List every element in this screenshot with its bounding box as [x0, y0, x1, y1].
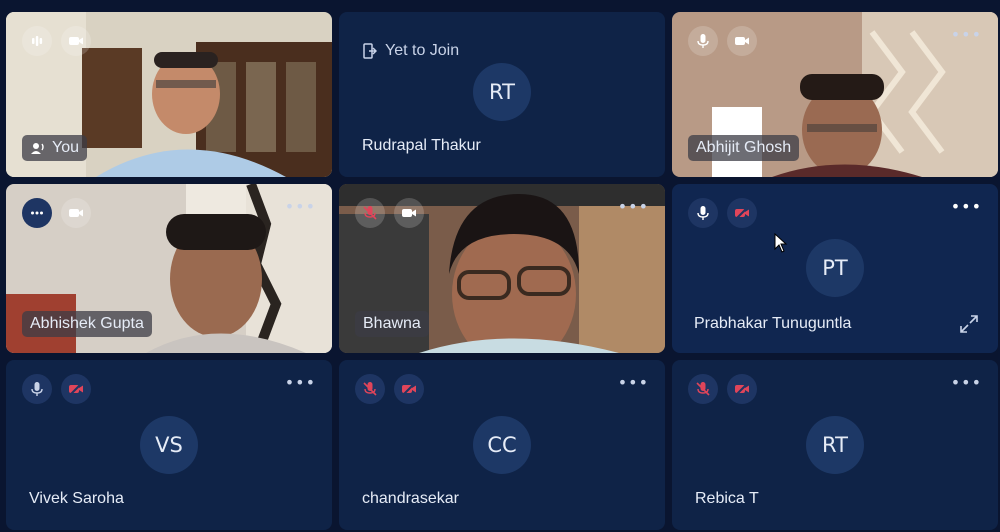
participant-tile-chandrasekar[interactable]: ••• CC chandrasekar	[339, 360, 665, 530]
participant-name: You	[22, 135, 87, 161]
controls	[22, 198, 91, 228]
microphone-muted-icon[interactable]	[688, 374, 718, 404]
more-options-icon[interactable]: •••	[951, 199, 982, 215]
controls	[355, 198, 424, 228]
exit-door-icon	[363, 43, 377, 59]
microphone-muted-icon[interactable]	[355, 198, 385, 228]
participant-tile-vivek-saroha[interactable]: ••• VS Vivek Saroha	[6, 360, 332, 530]
name-label: You	[52, 139, 79, 156]
mouse-cursor-icon	[774, 233, 788, 253]
status-label: Yet to Join	[385, 42, 460, 59]
controls	[688, 374, 757, 404]
more-options-icon[interactable]: •••	[285, 199, 316, 215]
participant-tile-abhishek-gupta[interactable]: ••• Abhishek Gupta	[6, 184, 332, 353]
more-options-icon[interactable]: •••	[618, 199, 649, 215]
microphone-muted-icon[interactable]	[355, 374, 385, 404]
participant-tile-prabhakar-tunuguntla[interactable]: ••• PT Prabhakar Tunuguntla	[672, 184, 998, 353]
participant-name: Vivek Saroha	[29, 490, 124, 507]
microphone-icon[interactable]	[688, 198, 718, 228]
participant-name: chandrasekar	[362, 490, 459, 507]
controls	[688, 198, 757, 228]
meeting-grid: You Yet to Join RT Rudrapal Thakur ••• A…	[0, 0, 1000, 532]
avatar: CC	[473, 416, 531, 474]
avatar: VS	[140, 416, 198, 474]
camera-icon[interactable]	[394, 198, 424, 228]
participant-name: Prabhakar Tunuguntla	[694, 315, 852, 332]
join-status: Yet to Join	[363, 42, 459, 60]
controls	[22, 26, 91, 56]
participant-tile-bhawna[interactable]: ••• Bhawna	[339, 184, 665, 353]
camera-off-icon[interactable]	[727, 198, 757, 228]
audio-level-icon[interactable]	[22, 198, 52, 228]
more-options-icon[interactable]: •••	[618, 375, 649, 391]
camera-icon[interactable]	[727, 26, 757, 56]
participant-name: Rudrapal Thakur	[362, 137, 481, 154]
avatar: RT	[473, 63, 531, 121]
participant-tile-you[interactable]: You	[6, 12, 332, 177]
controls	[22, 374, 91, 404]
camera-icon[interactable]	[61, 26, 91, 56]
camera-off-icon[interactable]	[394, 374, 424, 404]
speaker-icon	[31, 143, 44, 154]
avatar: RT	[806, 416, 864, 474]
camera-off-icon[interactable]	[61, 374, 91, 404]
camera-icon[interactable]	[61, 198, 91, 228]
microphone-icon[interactable]	[688, 26, 718, 56]
more-options-icon[interactable]: •••	[951, 375, 982, 391]
participant-name: Bhawna	[355, 311, 429, 337]
controls	[355, 374, 424, 404]
controls	[688, 26, 757, 56]
participant-name: Abhijit Ghosh	[688, 135, 800, 161]
participant-name: Abhishek Gupta	[22, 311, 152, 337]
expand-icon[interactable]	[960, 315, 978, 337]
participant-name: Rebica T	[695, 490, 759, 507]
avatar: PT	[806, 239, 864, 297]
more-options-icon[interactable]: •••	[285, 375, 316, 391]
camera-off-icon[interactable]	[727, 374, 757, 404]
participant-tile-rudrapal-thakur[interactable]: Yet to Join RT Rudrapal Thakur	[339, 12, 665, 177]
participant-tile-rebica-t[interactable]: ••• RT Rebica T	[672, 360, 998, 530]
participant-tile-abhijit-ghosh[interactable]: ••• Abhijit Ghosh	[672, 12, 998, 177]
microphone-icon[interactable]	[22, 374, 52, 404]
audio-level-icon[interactable]	[22, 26, 52, 56]
more-options-icon[interactable]: •••	[951, 27, 982, 43]
